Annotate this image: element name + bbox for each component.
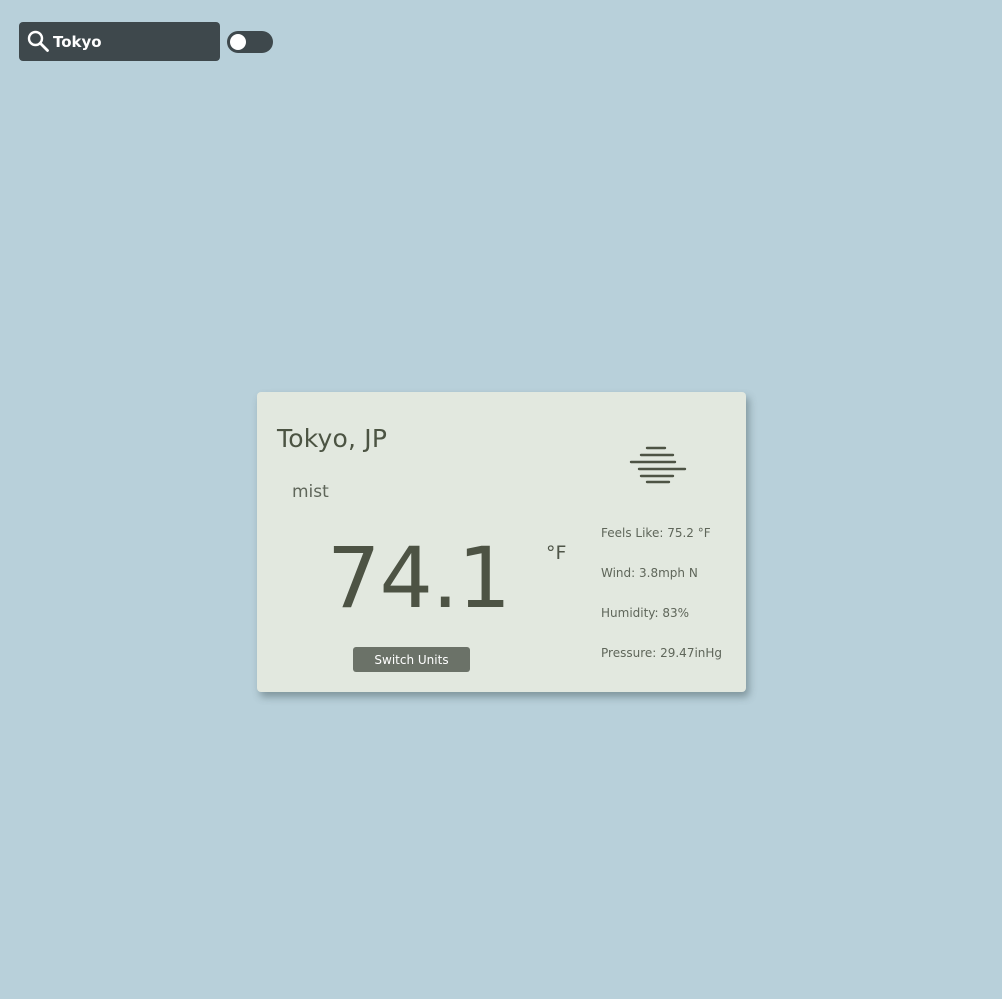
pressure-detail: Pressure: 29.47inHg: [601, 646, 723, 660]
toggle-knob: [230, 34, 246, 50]
mist-icon: [629, 446, 687, 484]
temperature-unit: °F: [546, 542, 567, 564]
switch-units-button[interactable]: Switch Units: [353, 647, 470, 672]
feels-like-detail: Feels Like: 75.2 °F: [601, 526, 711, 540]
temperature-value: 74.1: [327, 529, 511, 627]
weather-condition: mist: [292, 482, 329, 502]
weather-card: Tokyo, JP mist 74.1 °F Switch Units Feel…: [257, 392, 746, 692]
search-icon[interactable]: [27, 30, 49, 52]
humidity-detail: Humidity: 83%: [601, 606, 690, 620]
wind-detail: Wind: 3.8mph N: [601, 566, 698, 580]
search-input[interactable]: [53, 22, 213, 61]
location-title: Tokyo, JP: [277, 424, 388, 453]
theme-toggle[interactable]: [227, 31, 273, 53]
search-bar[interactable]: [19, 22, 220, 61]
